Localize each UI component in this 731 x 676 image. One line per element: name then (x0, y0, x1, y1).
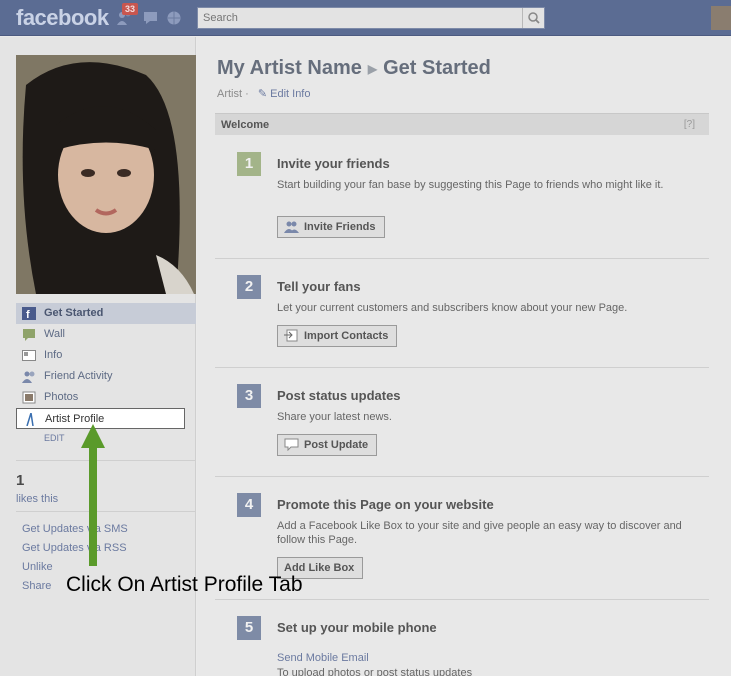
page-subline: Artist · ✎ Edit Info (217, 87, 310, 100)
nav-item-label: Photos (44, 391, 79, 403)
step-description: Let your current customers and subscribe… (277, 302, 628, 314)
help-link[interactable]: [?] (684, 114, 695, 136)
page-category: Artist · (217, 88, 249, 100)
nav-item-label: Friend Activity (44, 370, 113, 382)
friends-icon (284, 220, 299, 233)
nav-item-label: Get Started (44, 307, 104, 319)
messages-icon[interactable] (142, 10, 160, 26)
facebook-logo[interactable]: facebook (16, 5, 109, 31)
search-icon (528, 12, 540, 24)
nav-item-info[interactable]: Info (16, 345, 196, 366)
page-title: My Artist Name ▶ Get Started (217, 57, 491, 80)
nav-item-label: Info (44, 349, 63, 361)
pencil-icon: ✎ (257, 88, 268, 100)
facebook-icon: f (22, 307, 36, 321)
search-button[interactable] (522, 8, 544, 28)
likes-label[interactable]: likes this (16, 493, 58, 505)
top-bar: facebook 33 (0, 0, 731, 36)
import-contacts-button[interactable]: Import Contacts (277, 325, 398, 347)
notifications-globe-icon[interactable] (166, 10, 184, 26)
step-post-updates: 3 Post status updates Share your latest … (215, 384, 709, 477)
step-number: 5 (237, 616, 261, 640)
step-number: 2 (237, 275, 261, 299)
nav-item-get-started[interactable]: f Get Started (16, 303, 196, 324)
step-mobile-phone: 5 Set up your mobile phone Send Mobile E… (215, 616, 709, 676)
welcome-label: Welcome (221, 119, 270, 131)
wall-icon (22, 328, 36, 341)
breadcrumb-arrow-icon: ▶ (367, 61, 378, 76)
speech-bubble-icon (284, 438, 299, 452)
step-invite-friends: 1 Invite your friends Start building you… (215, 152, 709, 259)
step-title: Invite your friends (277, 156, 390, 171)
likes-count: 1 (16, 472, 25, 489)
send-mobile-email-link[interactable]: Send Mobile Email (277, 652, 369, 664)
step-number: 1 (237, 152, 261, 176)
button-label: Import Contacts (304, 330, 389, 342)
info-icon (22, 349, 36, 362)
import-icon (284, 329, 299, 342)
step-title: Set up your mobile phone (277, 620, 437, 635)
annotation-arrow (81, 424, 105, 566)
step-title: Post status updates (277, 388, 401, 403)
nav-item-wall[interactable]: Wall (16, 324, 196, 345)
post-update-button[interactable]: Post Update (277, 434, 378, 456)
sms-updates-link[interactable]: Get Updates via SMS (22, 520, 128, 539)
step-number: 4 (237, 493, 261, 517)
page-nav: f Get Started Wall Info Friend Activity … (16, 303, 196, 429)
nav-item-photos[interactable]: Photos (16, 387, 196, 408)
step-description: Add a Facebook Like Box to your site and… (277, 520, 682, 546)
edit-info-link[interactable]: ✎ Edit Info (258, 88, 311, 100)
profile-picture[interactable] (16, 55, 196, 294)
button-label: Invite Friends (304, 221, 376, 233)
page-name[interactable]: My Artist Name (217, 57, 362, 79)
search-box (197, 7, 545, 29)
step-description: To upload photos or post status updates (277, 667, 473, 676)
edit-info-label: Edit Info (270, 88, 311, 100)
rss-updates-link[interactable]: Get Updates via RSS (22, 539, 128, 558)
notification-badge: 33 (122, 3, 139, 15)
friends-icon (22, 370, 36, 383)
section-title: Get Started (383, 57, 491, 79)
nav-item-label: Wall (44, 328, 65, 340)
nav-item-friend-activity[interactable]: Friend Activity (16, 366, 196, 387)
annotation-text: Click On Artist Profile Tab (66, 573, 303, 596)
step-number: 3 (237, 384, 261, 408)
step-tell-fans: 2 Tell your fans Let your current custom… (215, 275, 709, 368)
svg-text:f: f (26, 309, 30, 320)
welcome-header: Welcome [?] (215, 113, 709, 135)
photos-icon (22, 391, 36, 404)
step-title: Tell your fans (277, 279, 361, 294)
artist-profile-icon (23, 412, 37, 427)
step-description: Share your latest news. (277, 411, 392, 423)
step-title: Promote this Page on your website (277, 497, 494, 512)
step-description: Start building your fan base by suggesti… (277, 179, 664, 191)
edit-nav-link[interactable]: EDIT (44, 433, 65, 443)
button-label: Post Update (304, 439, 369, 451)
invite-friends-button[interactable]: Invite Friends (277, 216, 385, 238)
search-input[interactable] (198, 8, 522, 28)
user-avatar[interactable] (711, 6, 731, 30)
